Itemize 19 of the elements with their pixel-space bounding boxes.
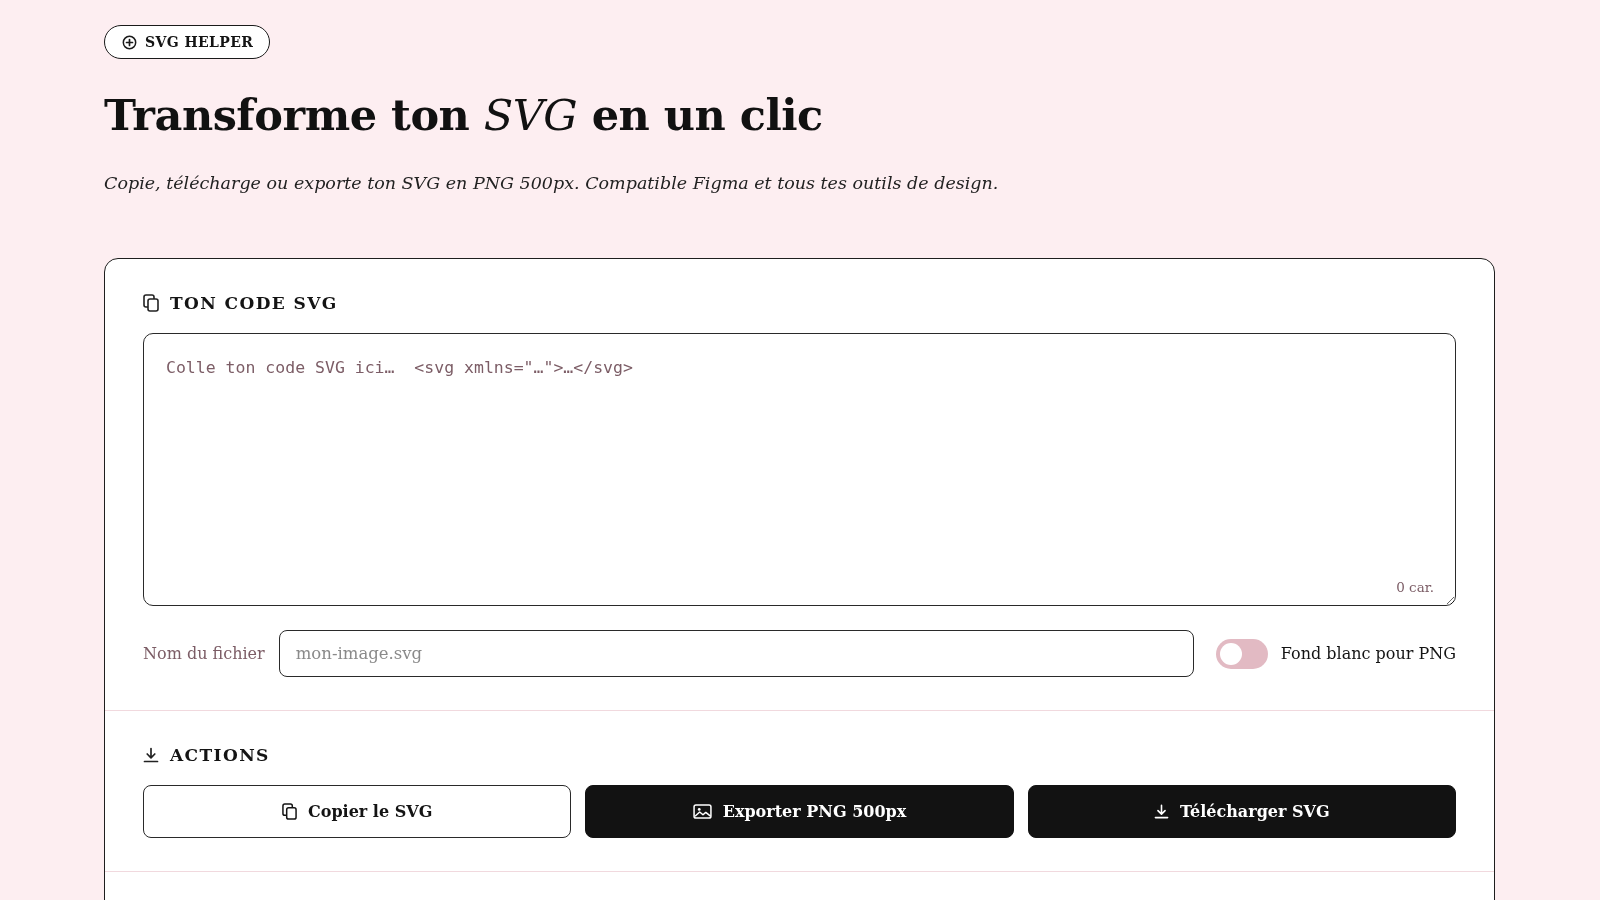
section-heading: ACTIONS bbox=[170, 746, 270, 764]
page-subtitle: Copie, télécharge ou exporte ton SVG en PNG 500px. Compatible Figma et tous tes outils de design. bbox=[104, 172, 1000, 195]
circle-plus-icon bbox=[122, 34, 137, 50]
image-button[interactable]: Exporter PNG 500px bbox=[585, 785, 1014, 838]
download-icon bbox=[1154, 803, 1169, 820]
toggle-switch[interactable] bbox=[1215, 638, 1268, 669]
badge-label: SVG HELPER bbox=[145, 35, 254, 49]
page-title: Transforme ton SVG en un clic bbox=[104, 89, 824, 142]
download-button[interactable]: Télécharger SVG bbox=[1027, 785, 1456, 838]
download-icon bbox=[143, 747, 159, 763]
image-icon bbox=[692, 804, 712, 819]
copy-icon bbox=[282, 803, 297, 820]
toggle-label: Fond blanc pour PNG bbox=[1280, 644, 1456, 663]
section-heading: TON CODE SVG bbox=[170, 294, 338, 312]
character-count: 0 car. bbox=[1396, 578, 1434, 596]
copy-icon bbox=[143, 294, 159, 312]
filename-field[interactable]: mon-image.svg bbox=[278, 630, 1194, 677]
filename-label: Nom du fichier bbox=[143, 644, 265, 663]
copy-button[interactable]: Copier le SVG bbox=[143, 785, 572, 838]
